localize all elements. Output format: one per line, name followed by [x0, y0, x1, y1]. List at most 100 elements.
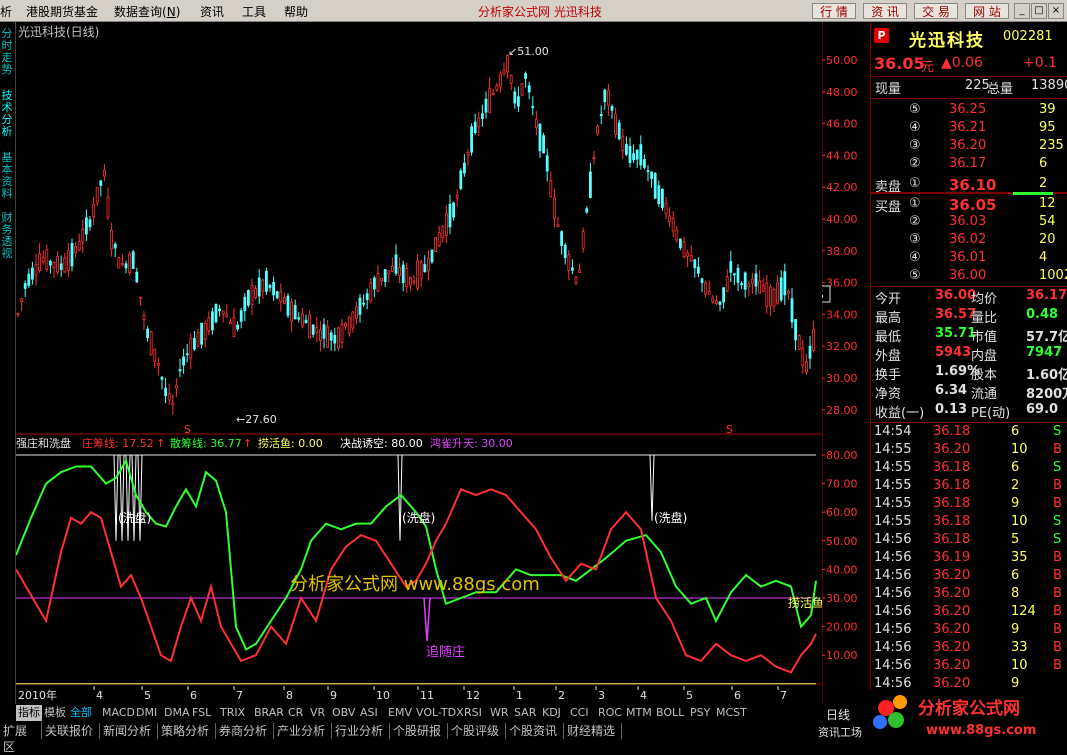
- indicator-tab[interactable]: 指标: [16, 705, 42, 721]
- tick-side: B: [1053, 604, 1062, 619]
- candle-body: [495, 85, 499, 91]
- indicator-tab[interactable]: PSY: [690, 705, 710, 721]
- indicator-tab[interactable]: 全部: [70, 705, 92, 721]
- indicator-tab[interactable]: FSL: [192, 705, 211, 721]
- tick-time: 14:55: [874, 478, 912, 493]
- bid-label: 买盘: [875, 200, 902, 215]
- menu-tools[interactable]: 工具: [242, 3, 266, 20]
- candle-body: [106, 196, 110, 218]
- ask-volume: 39: [1039, 102, 1056, 117]
- menu-data-query[interactable]: 数据查询(N): [114, 3, 180, 20]
- stat-value: 5943: [935, 345, 972, 360]
- news-button[interactable]: 资 讯: [863, 3, 907, 19]
- trade-button[interactable]: 交 易: [914, 3, 958, 19]
- candle-body: [704, 282, 707, 295]
- tick-volume: 9: [1011, 496, 1020, 511]
- indicator-tab[interactable]: MTM: [626, 705, 652, 721]
- month-tick-label: 3: [598, 689, 605, 702]
- bottom-tab[interactable]: 关联报价: [42, 723, 100, 739]
- stat-row: 最低 35.71 市值 57.7亿: [871, 326, 1067, 345]
- stat-row: 最高 36.57 量比 0.48: [871, 307, 1067, 326]
- tab-technical[interactable]: 技术分析: [0, 90, 14, 144]
- candle-body: [218, 308, 222, 312]
- candle-body: [110, 230, 113, 250]
- indicator-tab[interactable]: 模板: [44, 705, 66, 721]
- indicator-tab[interactable]: CCI: [570, 705, 589, 721]
- price-tick-label: 46.00: [826, 118, 858, 131]
- bottom-tab[interactable]: 扩展区: [0, 723, 42, 754]
- indicator-tab[interactable]: ASI: [360, 705, 378, 721]
- bottom-tab[interactable]: 个股评级: [448, 723, 506, 739]
- bottom-tab[interactable]: 券商分析: [216, 723, 274, 739]
- low-label: ←27.60: [236, 413, 277, 426]
- stat-label: 最低: [875, 330, 902, 345]
- candle-body: [437, 232, 441, 247]
- bottom-tab[interactable]: 新闻分析: [100, 723, 158, 739]
- candle-body: [30, 267, 34, 280]
- restore-icon[interactable]: □: [1031, 3, 1047, 19]
- ask-volume: 95: [1039, 120, 1056, 135]
- stat-value: 7947: [1026, 345, 1063, 360]
- indicator-tab[interactable]: VOL-TDX: [416, 705, 464, 721]
- indicator-tab[interactable]: DMI: [136, 705, 157, 721]
- bottom-tab[interactable]: 产业分析: [274, 723, 332, 739]
- indicator-tab[interactable]: CR: [288, 705, 303, 721]
- indicator-tab[interactable]: MACD: [102, 705, 135, 721]
- indicator-tab[interactable]: DMA: [164, 705, 190, 721]
- candle-body: [455, 195, 459, 199]
- candle-body: [257, 277, 261, 297]
- indicator-tab[interactable]: WR: [490, 705, 509, 721]
- bottom-tab[interactable]: 财经精选: [564, 723, 622, 739]
- menu-help[interactable]: 帮助: [284, 3, 308, 20]
- indicator-tab[interactable]: EMV: [388, 705, 412, 721]
- indicator-tab[interactable]: BOLL: [656, 705, 684, 721]
- candle-body: [236, 324, 240, 330]
- candle-body: [128, 253, 131, 273]
- indicator-tab[interactable]: KDJ: [542, 705, 561, 721]
- candle-body: [408, 277, 412, 287]
- indicator-tab[interactable]: TRIX: [220, 705, 245, 721]
- indicator-tab[interactable]: BRAR: [254, 705, 284, 721]
- candle-body: [535, 118, 538, 128]
- chart-area[interactable]: 光迅科技(日线) ↙51.00 ←27.60 S S 强庄和洗盘 庄筹线: 17…: [15, 22, 870, 704]
- candle-body: [412, 280, 416, 283]
- tick-time: 14:56: [874, 622, 912, 637]
- chart-canvas[interactable]: 光迅科技(日线) ↙51.00 ←27.60 S S 强庄和洗盘 庄筹线: 17…: [15, 22, 870, 704]
- close-icon[interactable]: ×: [1048, 3, 1064, 19]
- candle-body: [715, 300, 718, 304]
- indicator-tab[interactable]: MCST: [716, 705, 747, 721]
- candle-body: [174, 384, 178, 389]
- tab-fundamentals[interactable]: 基本资料: [0, 152, 14, 206]
- ask-level: ③: [909, 138, 921, 153]
- candle-body: [430, 249, 434, 263]
- candle-body: [686, 252, 689, 257]
- info-workshop-tab[interactable]: 资讯工场: [818, 724, 862, 740]
- indicator-tab[interactable]: ROC: [598, 705, 622, 721]
- indicator-tab[interactable]: RSI: [464, 705, 482, 721]
- tick-time: 14:56: [874, 568, 912, 583]
- indicator-tab[interactable]: SAR: [514, 705, 536, 721]
- candle-body: [189, 338, 193, 359]
- bottom-tab[interactable]: 行业分析: [332, 723, 390, 739]
- minimize-icon[interactable]: _: [1014, 3, 1030, 19]
- website-button[interactable]: 网 站: [965, 3, 1009, 19]
- menu-news[interactable]: 资讯: [200, 3, 224, 20]
- quote-button[interactable]: 行 情: [812, 3, 856, 19]
- indicator-tick-label: 20.00: [826, 621, 858, 634]
- period-label[interactable]: 日线: [826, 706, 850, 723]
- candle-body: [700, 278, 704, 283]
- candle-body: [362, 302, 366, 305]
- market-flag-icon: P: [874, 28, 889, 43]
- month-tick-label: 6: [190, 689, 197, 702]
- menu-hk-futures[interactable]: 港股期货基金: [26, 3, 98, 20]
- bottom-tab[interactable]: 个股研报: [390, 723, 448, 739]
- tab-financials[interactable]: 财务透视: [0, 212, 14, 266]
- stat-value: 0.48: [1026, 307, 1059, 322]
- bottom-tab[interactable]: 个股资讯: [506, 723, 564, 739]
- indicator-tab[interactable]: OBV: [332, 705, 355, 721]
- chart-background: [16, 22, 822, 704]
- menu-analysis[interactable]: 析: [0, 3, 12, 20]
- bottom-tab[interactable]: 策略分析: [158, 723, 216, 739]
- tab-intraday[interactable]: 分时走势: [0, 28, 14, 82]
- indicator-tab[interactable]: VR: [310, 705, 325, 721]
